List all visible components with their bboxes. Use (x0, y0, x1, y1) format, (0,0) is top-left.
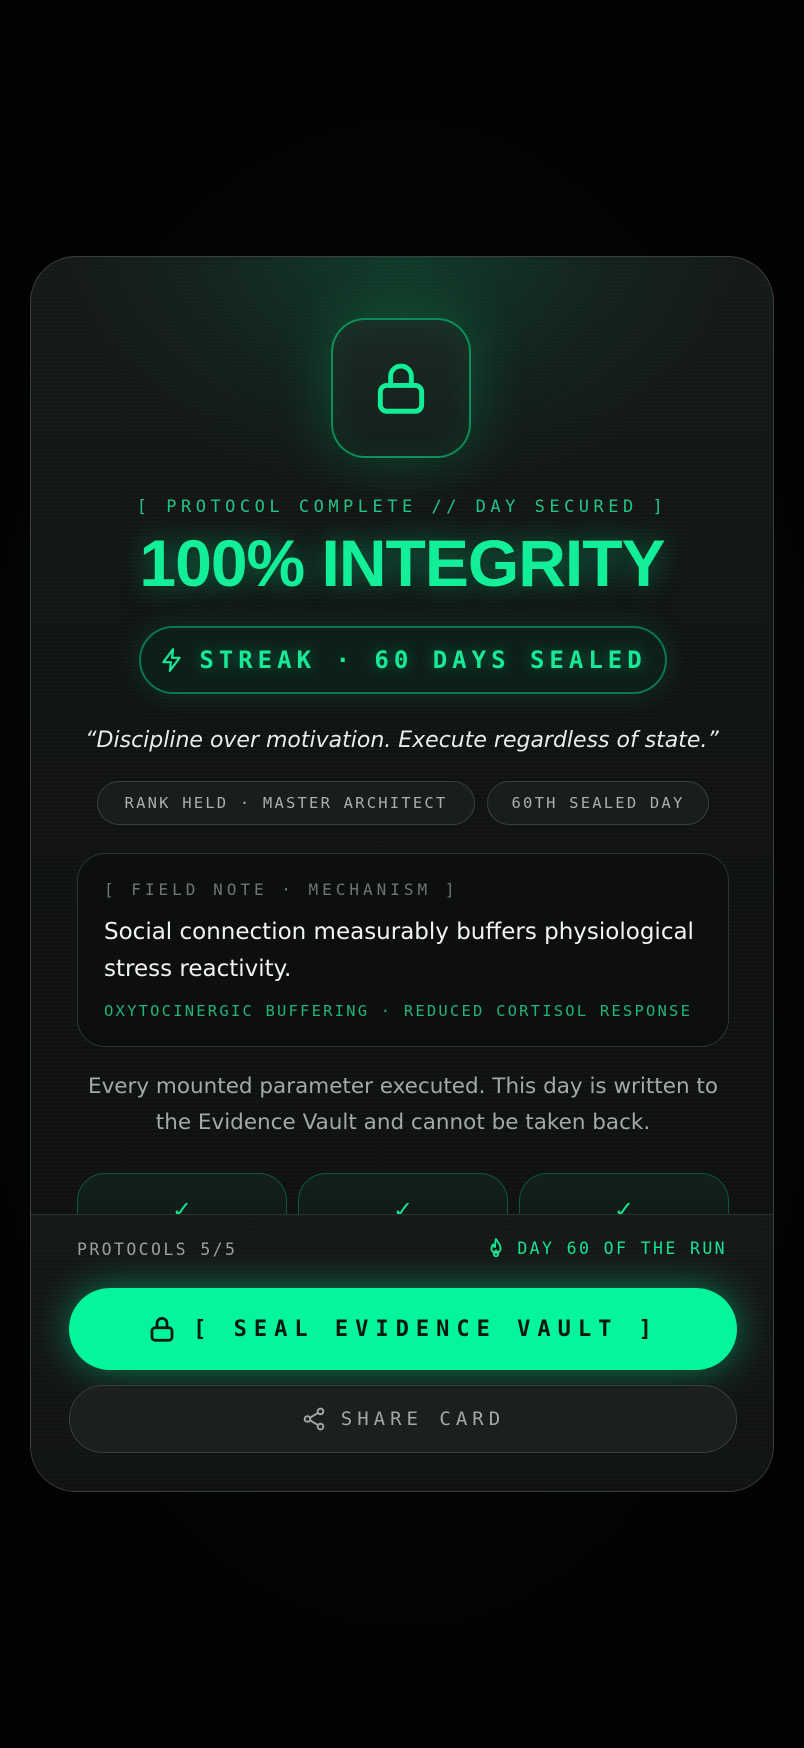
lock-icon (377, 363, 425, 414)
share-card-button[interactable]: SHARE CARD (69, 1385, 737, 1453)
status-eyebrow: [ PROTOCOL COMPLETE // DAY SECURED ] (136, 497, 668, 517)
hero-lock-badge (331, 318, 471, 458)
lock-icon (150, 1317, 174, 1342)
action-footer: PROTOCOLS 5/5 DAY 60 OF THE RUN [ SEAL E… (31, 1214, 773, 1491)
motivation-quote: “Discipline over motivation. Execute reg… (85, 728, 719, 753)
rank-chip: RANK HELD · MASTER ARCHITECT (97, 781, 475, 825)
streak-badge: STREAK · 60 DAYS SEALED (139, 626, 667, 694)
field-note-body: Social connection measurably buffers phy… (104, 919, 694, 982)
share-icon (303, 1407, 325, 1431)
integrity-headline: 100% INTEGRITY (139, 526, 665, 600)
seal-evidence-vault-button[interactable]: [ SEAL EVIDENCE VAULT ] (69, 1288, 737, 1370)
field-note-label: [ FIELD NOTE · MECHANISM ] (104, 880, 459, 899)
streak-label: STREAK · 60 DAYS SEALED (199, 646, 647, 674)
sealed-day-chip: 60TH SEALED DAY (487, 781, 709, 825)
field-note-mechanism: OXYTOCINERGIC BUFFERING · REDUCED CORTIS… (104, 1002, 693, 1020)
seal-button-label: [ SEAL EVIDENCE VAULT ] (193, 1316, 659, 1342)
run-day-indicator: DAY 60 OF THE RUN (485, 1237, 727, 1259)
field-note-card: [ FIELD NOTE · MECHANISM ] Social connec… (77, 853, 729, 1047)
summary-text: Every mounted parameter executed. This d… (87, 1074, 718, 1135)
protocols-count: PROTOCOLS 5/5 (77, 1240, 238, 1259)
run-day-label: DAY 60 OF THE RUN (517, 1238, 727, 1258)
completion-card: [ PROTOCOL COMPLETE // DAY SECURED ] 100… (30, 256, 774, 1492)
share-button-label: SHARE CARD (340, 1408, 506, 1430)
bolt-icon (162, 648, 181, 672)
flame-icon (490, 1237, 502, 1258)
